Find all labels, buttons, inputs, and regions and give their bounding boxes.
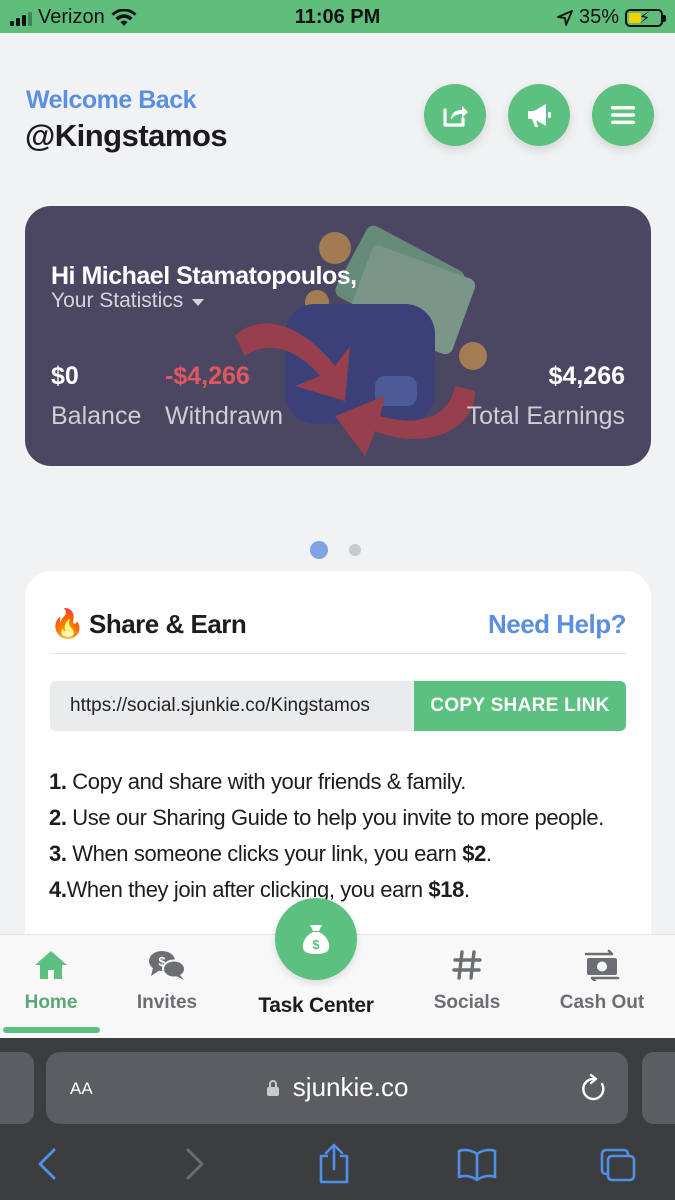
location-arrow-icon (557, 9, 573, 26)
forward-icon[interactable] (180, 1146, 208, 1182)
pager-dot-active[interactable] (310, 541, 328, 559)
next-tab-edge[interactable] (642, 1052, 675, 1124)
statistics-card[interactable]: Hi Michael Stamatopoulos, Your Statistic… (25, 206, 651, 466)
url-text: sjunkie.co (292, 1072, 409, 1102)
megaphone-icon (528, 104, 551, 127)
bookmarks-icon[interactable] (456, 1146, 498, 1182)
status-right: 35% ⚡ (557, 6, 666, 29)
announcements-button[interactable] (508, 84, 570, 146)
step-2: 2. Use our Sharing Guide to help you inv… (49, 805, 604, 830)
browser-toolbar: AA sjunkie.co (0, 1038, 675, 1200)
welcome-text: Welcome Back (26, 86, 197, 114)
active-tab-indicator (3, 1027, 100, 1033)
share-sheet-icon[interactable] (316, 1142, 352, 1184)
hashtag-icon (452, 950, 482, 980)
task-center-button[interactable]: $ (275, 898, 357, 980)
menu-button[interactable] (592, 84, 654, 146)
share-link-field[interactable]: https://social.sjunkie.co/Kingstamos (50, 681, 414, 731)
withdrawn-value: -$4,266 (165, 362, 250, 390)
nav-invites[interactable]: $ Invites (124, 949, 210, 1014)
greeting: Hi Michael Stamatopoulos, (51, 262, 357, 290)
need-help-link[interactable]: Need Help? (488, 609, 627, 640)
lock-icon (266, 1080, 279, 1096)
reload-icon (582, 1073, 605, 1101)
copy-share-link-button[interactable]: COPY SHARE LINK (414, 681, 626, 731)
home-icon (35, 951, 67, 979)
balance-value: $0 (51, 362, 79, 390)
total-earnings-label: Total Earnings (466, 402, 625, 430)
share-button[interactable] (424, 84, 486, 146)
step-4: 4.When they join after clicking, you ear… (49, 877, 470, 902)
svg-text:$: $ (312, 937, 320, 952)
money-bag-icon: $ (302, 925, 330, 954)
instructions-list: 1. Copy and share with your friends & fa… (49, 769, 639, 913)
total-earnings-value: $4,266 (548, 362, 625, 390)
back-icon[interactable] (34, 1146, 62, 1182)
address-bar[interactable]: AA sjunkie.co (46, 1052, 628, 1124)
task-center-label[interactable]: Task Center (230, 994, 402, 1018)
reload-button[interactable] (580, 1072, 608, 1107)
withdrawn-label: Withdrawn (165, 402, 284, 430)
fire-icon: 🔥 (50, 608, 85, 639)
chat-money-icon: $ (149, 951, 186, 980)
statistics-dropdown[interactable]: Your Statistics (51, 289, 205, 313)
nav-cash-out[interactable]: Cash Out (552, 949, 652, 1014)
share-icon (443, 106, 468, 127)
battery-percent: 35% (578, 6, 619, 28)
money-exchange-icon (584, 949, 620, 983)
tabs-icon[interactable] (598, 1146, 638, 1184)
balance-label: Balance (51, 402, 142, 430)
pager-dot[interactable] (349, 544, 361, 556)
battery-icon: ⚡ (625, 8, 666, 27)
previous-tab-edge[interactable] (0, 1052, 34, 1124)
statistics-label: Your Statistics (51, 289, 184, 312)
url-display[interactable]: sjunkie.co (46, 1072, 628, 1103)
nav-socials[interactable]: Socials (428, 949, 506, 1014)
menu-icon (611, 106, 635, 125)
step-3: 3. When someone clicks your link, you ea… (49, 841, 492, 866)
svg-text:$: $ (158, 954, 166, 969)
step-1: 1. Copy and share with your friends & fa… (49, 769, 466, 794)
divider (50, 653, 626, 654)
username: @Kingstamos (25, 118, 228, 153)
caret-down-icon (192, 299, 205, 306)
status-bar: Verizon 11:06 PM 35% ⚡ (0, 0, 675, 33)
nav-home[interactable]: Home (10, 949, 92, 1014)
share-earn-title: Share & Earn (89, 609, 247, 639)
